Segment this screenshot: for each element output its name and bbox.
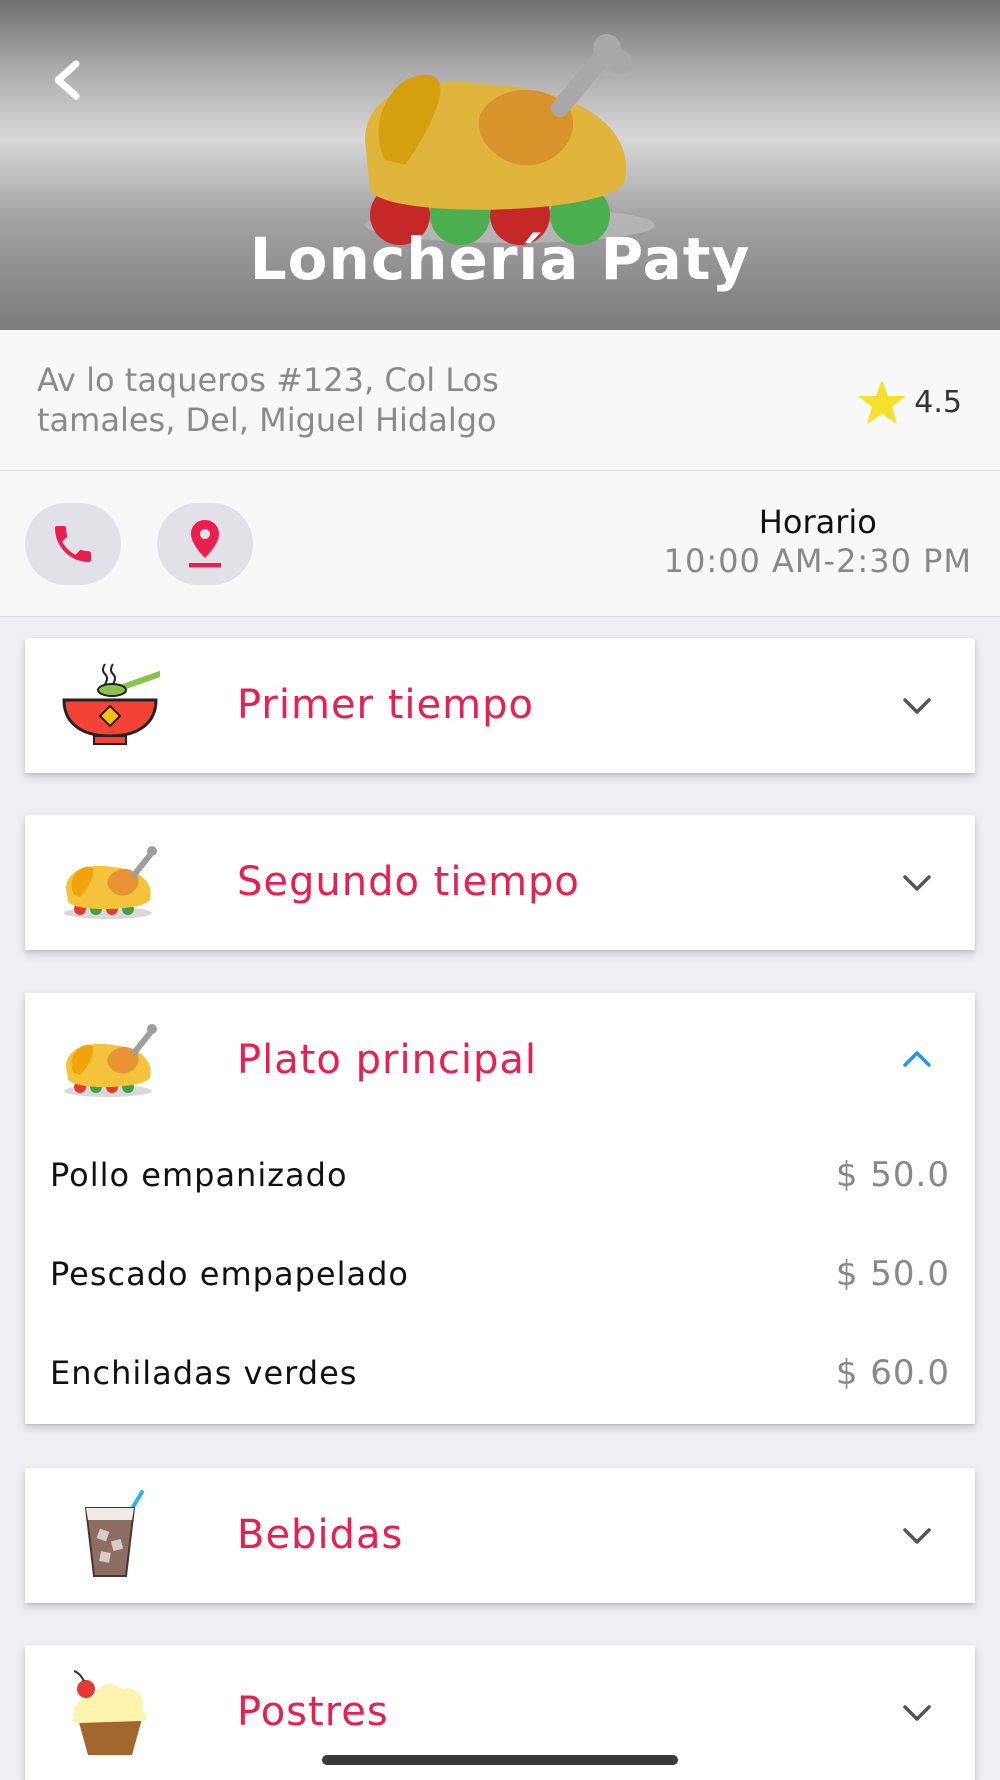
category-header[interactable]: Segundo tiempo [25, 815, 975, 950]
category-card-segundo-tiempo[interactable]: Segundo tiempo [25, 815, 975, 950]
category-header[interactable]: Plato principal [25, 993, 975, 1128]
back-button[interactable] [44, 50, 94, 110]
category-label: Bebidas [237, 1512, 404, 1558]
category-label: Primer tiempo [237, 682, 534, 728]
category-card-plato-principal[interactable]: Plato principal Pollo empanizado $ 50.0 … [25, 993, 975, 1424]
hours-block: Horario 10:00 AM-2:30 PM [664, 503, 972, 581]
location-button[interactable] [157, 503, 253, 585]
menu-item-name: Enchiladas verdes [50, 1354, 358, 1392]
category-header[interactable]: Bebidas [25, 1468, 975, 1603]
menu-item-price: $ 50.0 [835, 1155, 950, 1195]
home-indicator[interactable] [322, 1755, 678, 1765]
menu-item[interactable]: Pescado empapelado $ 50.0 [50, 1244, 950, 1304]
cupcake-icon [72, 1670, 147, 1755]
menu-item-name: Pescado empapelado [50, 1255, 409, 1293]
menu-item[interactable]: Enchiladas verdes $ 60.0 [50, 1343, 950, 1403]
category-card-primer-tiempo[interactable]: Primer tiempo [25, 638, 975, 773]
chevron-left-icon [54, 60, 80, 100]
chevron-down-icon[interactable] [899, 867, 935, 897]
category-label: Segundo tiempo [237, 859, 580, 905]
contact-row: Horario 10:00 AM-2:30 PM [0, 471, 1000, 617]
restaurant-address: Av lo taqueros #123, Col Los tamales, De… [37, 361, 499, 439]
address-row: Av lo taqueros #123, Col Los tamales, De… [0, 330, 1000, 471]
roast-chicken-icon [64, 1024, 157, 1097]
header-banner: Lonchería Paty [0, 0, 1000, 330]
chevron-down-icon[interactable] [899, 1697, 935, 1727]
chevron-down-icon[interactable] [899, 1520, 935, 1550]
star-icon [858, 380, 907, 424]
category-card-bebidas[interactable]: Bebidas [25, 1468, 975, 1603]
category-header[interactable]: Primer tiempo [25, 638, 975, 773]
call-button[interactable] [25, 503, 121, 585]
rating-value: 4.5 [914, 384, 962, 420]
menu-item[interactable]: Pollo empanizado $ 50.0 [50, 1145, 950, 1205]
iced-drink-icon [84, 1490, 144, 1577]
menu-item-name: Pollo empanizado [50, 1156, 348, 1194]
chevron-up-icon[interactable] [899, 1045, 935, 1075]
chevron-down-icon[interactable] [899, 690, 935, 720]
roast-chicken-icon [64, 846, 157, 919]
soup-bowl-icon [62, 663, 160, 745]
category-label: Plato principal [237, 1037, 538, 1083]
menu-item-price: $ 50.0 [835, 1254, 950, 1294]
restaurant-title: Lonchería Paty [249, 225, 751, 293]
phone-icon [55, 526, 91, 562]
location-pin-icon [189, 520, 221, 568]
hours-label: Horario [758, 503, 877, 541]
rating: 4.5 [856, 378, 962, 426]
hours-value: 10:00 AM-2:30 PM [663, 542, 972, 580]
menu-item-price: $ 60.0 [835, 1353, 950, 1393]
